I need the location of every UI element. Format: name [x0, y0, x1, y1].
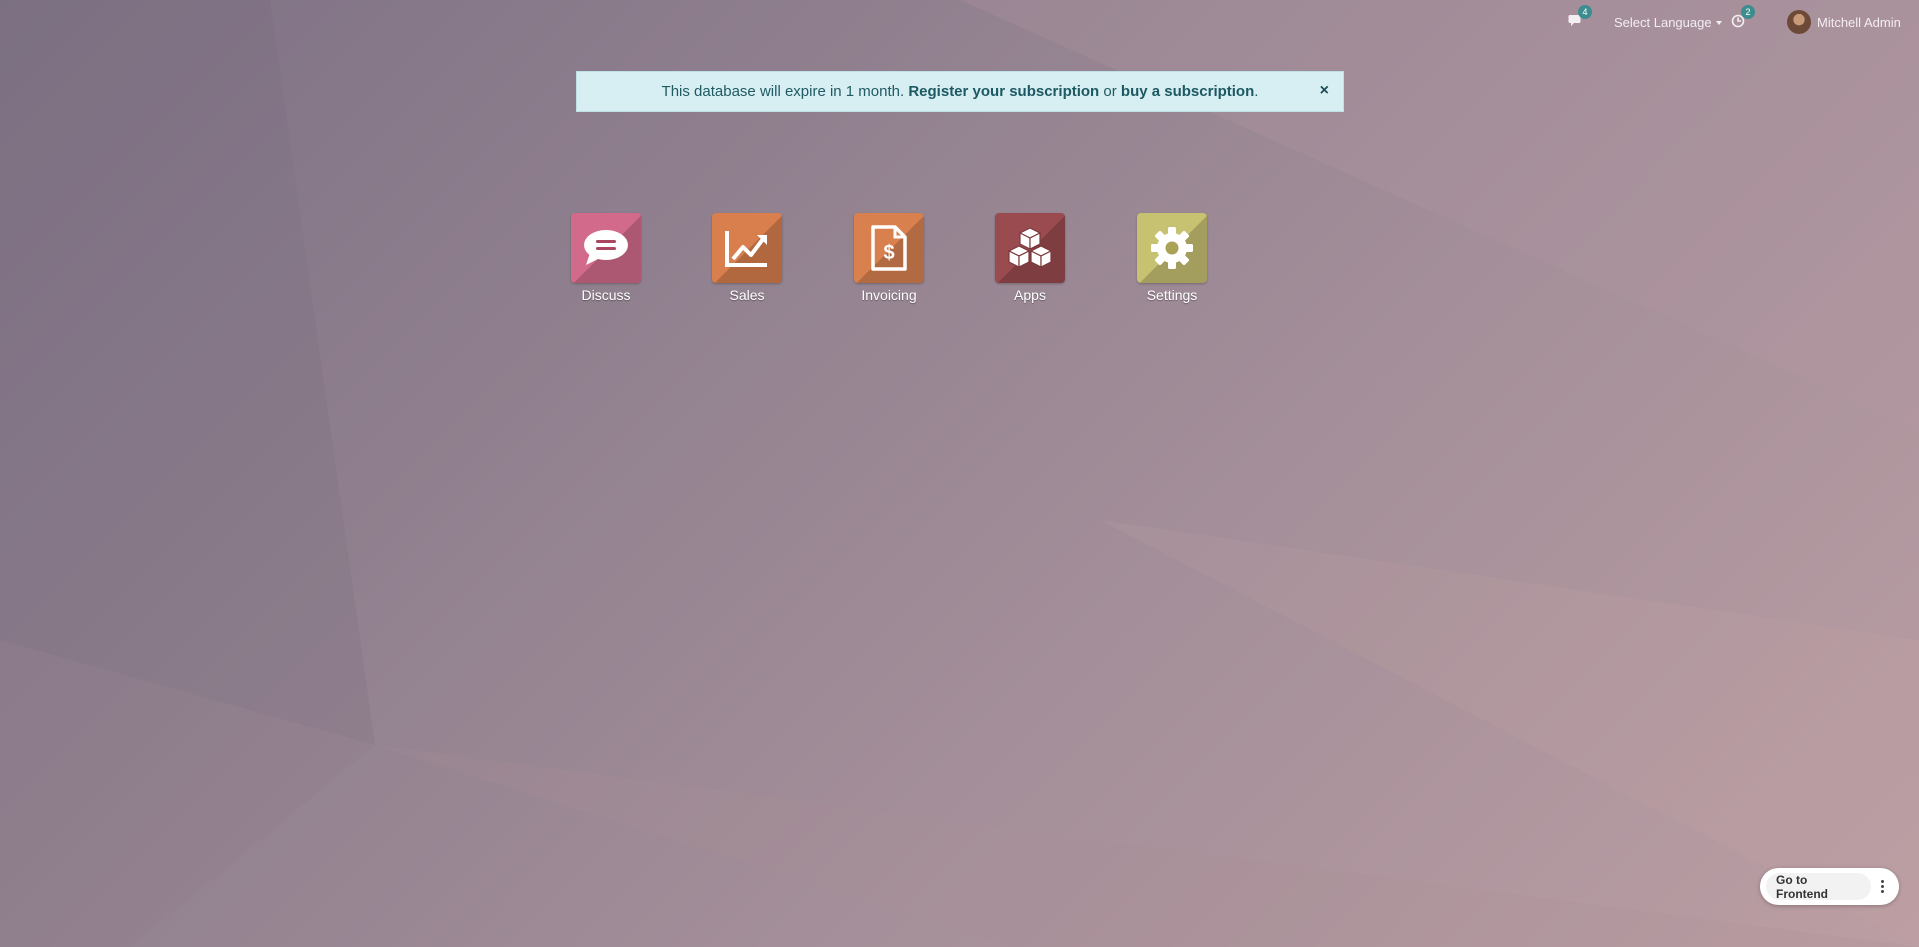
language-label: Select Language	[1614, 14, 1712, 30]
app-label: Discuss	[581, 287, 631, 303]
app-label: Apps	[1014, 287, 1046, 303]
app-label: Invoicing	[861, 287, 917, 303]
banner-period: .	[1254, 83, 1259, 100]
app-label: Settings	[1146, 287, 1198, 303]
go-to-frontend-button[interactable]: Go to Frontend	[1766, 873, 1872, 901]
chat-icon: 4	[1568, 4, 1592, 31]
user-name: Mitchell Admin	[1817, 14, 1901, 30]
language-selector[interactable]: Select Language	[1614, 0, 1722, 44]
register-subscription-link[interactable]: Register your subscription	[908, 83, 1099, 100]
chevron-down-icon	[1715, 20, 1722, 25]
activities-menu[interactable]: 2	[1731, 0, 1755, 44]
app-invoicing[interactable]: $ Invoicing	[829, 213, 949, 303]
clock-icon: 2	[1731, 4, 1755, 31]
svg-text:$: $	[883, 242, 894, 264]
chat-bubble-icon	[584, 230, 628, 265]
app-label: Sales	[729, 287, 765, 303]
more-options-icon[interactable]	[1871, 876, 1893, 898]
activities-counter: 2	[1741, 4, 1755, 19]
apps-app-tile[interactable]	[995, 213, 1065, 283]
frontend-toolbar: Go to Frontend	[1760, 868, 1899, 905]
gear-icon	[1151, 227, 1193, 269]
cubes-icon	[1007, 227, 1053, 268]
sales-app-tile[interactable]	[712, 213, 782, 283]
top-navbar: 4 Select Language 2 Mitchell Admin	[0, 0, 1919, 44]
settings-app-tile[interactable]	[1137, 213, 1207, 283]
messages-counter: 4	[1578, 4, 1592, 19]
invoicing-app-tile[interactable]: $	[854, 213, 924, 283]
invoice-dollar-icon: $	[871, 225, 907, 271]
avatar	[1787, 10, 1811, 34]
buy-subscription-link[interactable]: buy a subscription	[1121, 83, 1254, 100]
background	[0, 0, 1919, 947]
close-icon[interactable]: ×	[1320, 82, 1329, 100]
banner-text: This database will expire in 1 month.	[661, 83, 905, 100]
trend-chart-icon	[725, 231, 767, 267]
app-settings[interactable]: Settings	[1112, 213, 1232, 303]
banner-or: or	[1103, 83, 1117, 100]
expiration-banner: This database will expire in 1 month. Re…	[576, 71, 1344, 112]
app-apps[interactable]: Apps	[970, 213, 1090, 303]
app-discuss[interactable]: Discuss	[546, 213, 666, 303]
messages-menu[interactable]: 4	[1568, 0, 1592, 44]
discuss-app-tile[interactable]	[571, 213, 641, 283]
user-menu[interactable]: Mitchell Admin	[1787, 0, 1901, 44]
app-sales[interactable]: Sales	[687, 213, 807, 303]
